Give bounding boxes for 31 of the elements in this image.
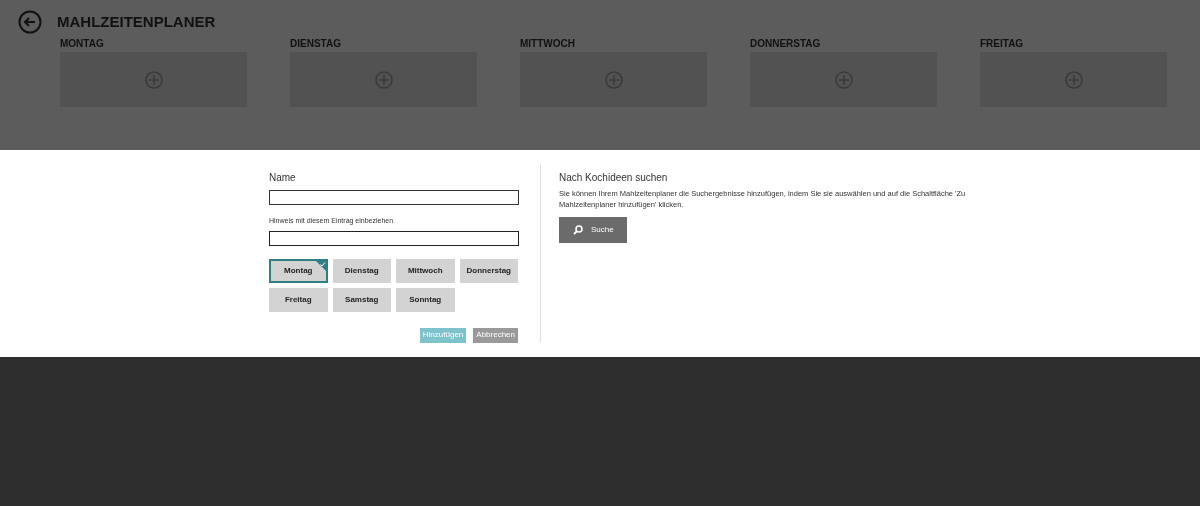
add-icon	[604, 70, 623, 89]
name-field[interactable]	[269, 190, 519, 205]
day-heading: FREITAG	[980, 37, 1025, 50]
day-toggle[interactable]: Dienstag	[332, 258, 391, 283]
day-heading: DONNERSTAG	[750, 37, 822, 50]
back-icon[interactable]	[18, 10, 42, 34]
day-toggle[interactable]: Montag	[269, 258, 328, 283]
meal-slot[interactable]	[60, 52, 247, 107]
hint-field[interactable]	[269, 230, 519, 246]
day-toggle[interactable]: Freitag	[269, 287, 328, 312]
meal-slot[interactable]	[520, 52, 707, 107]
check-icon	[315, 260, 326, 271]
add-icon	[1064, 70, 1083, 89]
day-heading: MONTAG	[60, 37, 105, 50]
search-title: Nach Kochideen suchen	[559, 171, 669, 185]
page-title: MAHLZEITENPLANER	[57, 11, 216, 32]
day-toggle[interactable]: Samstag	[332, 287, 391, 312]
meal-slot[interactable]	[290, 52, 477, 107]
search-icon	[573, 225, 583, 235]
add-icon	[374, 70, 393, 89]
add-icon	[834, 70, 853, 89]
day-toggle[interactable]: Sonntag	[396, 287, 455, 312]
meal-slot[interactable]	[980, 52, 1167, 107]
search-button[interactable]: Suche	[559, 217, 627, 243]
field-label: Name	[269, 171, 297, 185]
day-heading: DIENSTAG	[290, 37, 342, 50]
day-toggle[interactable]: Donnerstag	[459, 258, 518, 283]
meal-slot[interactable]	[750, 52, 937, 107]
add-icon	[144, 70, 163, 89]
day-heading: MITTWOCH	[520, 37, 576, 50]
day-toggle[interactable]: Mittwoch	[396, 258, 455, 283]
